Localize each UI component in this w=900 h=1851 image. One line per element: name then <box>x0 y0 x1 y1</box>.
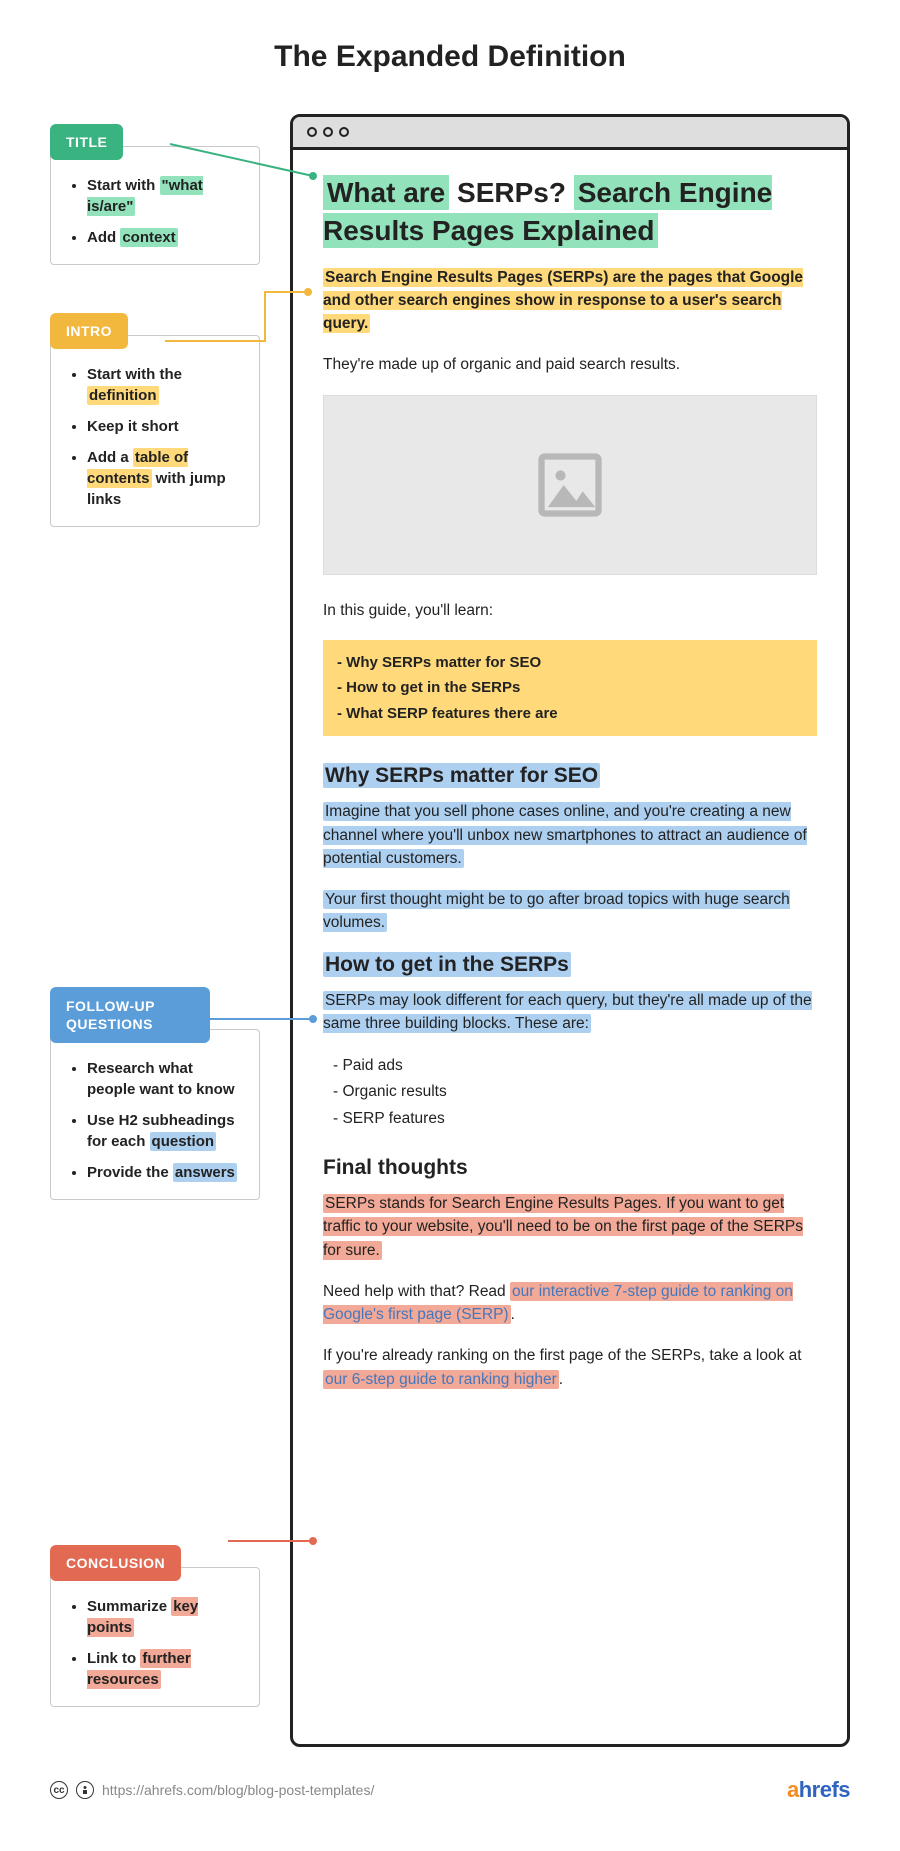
link-guide-2[interactable]: our 6-step guide to ranking higher <box>323 1370 559 1389</box>
building-blocks-list: Paid ads Organic results SERP features <box>323 1053 817 1132</box>
browser-mockup: What are SERPs? Search Engine Results Pa… <box>290 114 850 1747</box>
callout-label-title: TITLE <box>50 124 123 160</box>
article-p: Need help with that? Read our interactiv… <box>323 1280 817 1327</box>
article-intro: Search Engine Results Pages (SERPs) are … <box>323 266 817 336</box>
browser-body: What are SERPs? Search Engine Results Pa… <box>293 150 847 1439</box>
list-item: SERP features <box>333 1106 817 1132</box>
toc-item: How to get in the SERPs <box>337 675 803 701</box>
window-dot-icon <box>339 127 349 137</box>
sidebar: TITLE Start with "what is/are" Add conte… <box>50 114 290 1747</box>
cc-icon: cc <box>50 1781 68 1799</box>
cc-by-icon <box>76 1781 94 1799</box>
article-p: Your first thought might be to go after … <box>323 888 817 935</box>
callout-label-conclusion: CONCLUSION <box>50 1545 181 1581</box>
brand-logo: ahrefs <box>787 1777 850 1803</box>
toc-item: What SERP features there are <box>337 701 803 727</box>
callout-box-title: Start with "what is/are" Add context <box>50 146 260 265</box>
callout-box-follow: Research what people want to know Use H2… <box>50 1029 260 1200</box>
callout-box-intro: Start with the definition Keep it short … <box>50 335 260 527</box>
callout-conclusion: CONCLUSION Summarize key points Link to … <box>50 1545 260 1707</box>
callout-box-conclusion: Summarize key points Link to further res… <box>50 1567 260 1707</box>
image-icon <box>532 447 608 523</box>
page-title: The Expanded Definition <box>50 40 850 74</box>
layout: TITLE Start with "what is/are" Add conte… <box>50 114 850 1747</box>
article-title: What are SERPs? Search Engine Results Pa… <box>323 174 817 250</box>
footer-url: https://ahrefs.com/blog/blog-post-templa… <box>102 1782 374 1798</box>
section-heading: Why SERPs matter for SEO <box>323 764 817 788</box>
callout-label-intro: INTRO <box>50 313 128 349</box>
footer: cc https://ahrefs.com/blog/blog-post-tem… <box>50 1777 850 1803</box>
guide-intro: In this guide, you'll learn: <box>323 599 817 622</box>
browser-bar <box>293 117 847 150</box>
section-heading: How to get in the SERPs <box>323 953 817 977</box>
article-p: SERPs may look different for each query,… <box>323 989 817 1036</box>
article-p: They're made up of organic and paid sear… <box>323 353 817 376</box>
toc-item: Why SERPs matter for SEO <box>337 650 803 676</box>
callout-label-follow: FOLLOW-UP QUESTIONS <box>50 987 210 1043</box>
window-dot-icon <box>323 127 333 137</box>
article-p: SERPs stands for Search Engine Results P… <box>323 1192 817 1262</box>
article-p: Imagine that you sell phone cases online… <box>323 800 817 870</box>
window-dot-icon <box>307 127 317 137</box>
callout-title: TITLE Start with "what is/are" Add conte… <box>50 124 260 265</box>
toc: Why SERPs matter for SEO How to get in t… <box>323 640 817 737</box>
article-p: If you're already ranking on the first p… <box>323 1344 817 1391</box>
list-item: Paid ads <box>333 1053 817 1079</box>
callout-intro: INTRO Start with the definition Keep it … <box>50 313 260 527</box>
image-placeholder <box>323 395 817 575</box>
list-item: Organic results <box>333 1079 817 1105</box>
section-heading: Final thoughts <box>323 1156 817 1180</box>
callout-follow: FOLLOW-UP QUESTIONS Research what people… <box>50 987 260 1200</box>
